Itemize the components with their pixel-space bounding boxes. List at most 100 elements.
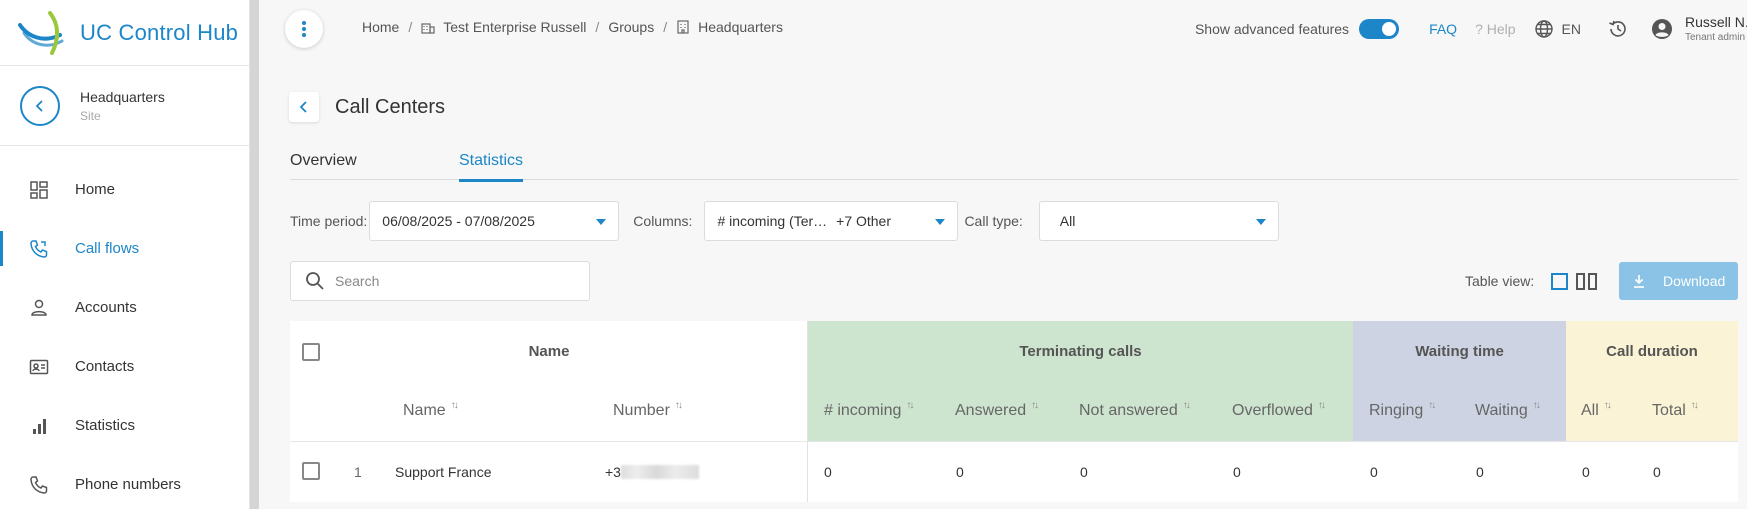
- chevron-left-icon: [299, 101, 307, 113]
- tab-overview[interactable]: Overview: [290, 152, 357, 179]
- sidebar-item-statistics[interactable]: Statistics: [0, 396, 249, 455]
- search-input[interactable]: [335, 273, 575, 289]
- brand-name: UC Control Hub: [80, 19, 239, 45]
- column-header-name[interactable]: Name ↑↓: [403, 400, 459, 420]
- tab-statistics[interactable]: Statistics: [459, 152, 524, 182]
- group-title: Name: [528, 343, 570, 360]
- sidebar-item-label: Home: [75, 181, 116, 198]
- call-type-select[interactable]: All: [1038, 201, 1279, 241]
- sort-icon: ↑↓: [1532, 400, 1541, 411]
- search-box: [290, 261, 590, 301]
- table-row[interactable]: 1 Support France +3 0 0 0 0 0 0 0 0: [290, 441, 1738, 502]
- sidebar-item-label: Accounts: [75, 299, 137, 316]
- row-waiting: 0: [1476, 464, 1484, 480]
- sidebar-item-label: Statistics: [75, 417, 136, 434]
- time-period-select[interactable]: 06/08/2025 - 07/08/2025: [369, 201, 620, 241]
- top-header: Home / Test Enterprise Russell / Groups …: [259, 0, 1747, 58]
- site-selector: Headquarters Site: [0, 66, 249, 146]
- column-header-total[interactable]: Total ↑↓: [1652, 400, 1699, 420]
- site-back-button[interactable]: [20, 85, 60, 126]
- caret-down-icon: [596, 219, 607, 225]
- breadcrumb-separator: /: [595, 19, 600, 35]
- advanced-features-toggle[interactable]: [1359, 19, 1400, 39]
- breadcrumb-current: Headquarters: [698, 19, 783, 35]
- user-info[interactable]: Russell N. Tenant admin: [1685, 15, 1747, 44]
- sidebar: UC Control Hub Headquarters Site Home Ca…: [0, 0, 250, 509]
- sort-icon: ↑↓: [1317, 400, 1326, 411]
- sort-icon: ↑↓: [1428, 400, 1436, 411]
- group-waiting-time: Waiting time: [1353, 321, 1566, 441]
- sort-icon: ↑↓: [674, 400, 683, 411]
- column-header-overflowed[interactable]: Overflowed ↑↓: [1232, 400, 1326, 420]
- group-title: Call duration: [1606, 343, 1698, 360]
- column-header-all[interactable]: All ↑↓: [1581, 400, 1612, 420]
- menu-button[interactable]: [285, 10, 323, 48]
- row-not-answered: 0: [1080, 464, 1088, 480]
- split-table-view-icon[interactable]: [1576, 273, 1597, 290]
- column-header-number[interactable]: Number ↑↓: [613, 400, 683, 420]
- sidebar-item-home[interactable]: Home: [0, 160, 249, 219]
- back-button[interactable]: [289, 92, 319, 122]
- column-header-answered[interactable]: Answered ↑↓: [955, 400, 1039, 420]
- user-role: Tenant admin: [1685, 31, 1746, 43]
- columns-value: # incoming (Ter…: [717, 213, 828, 229]
- history-icon[interactable]: [1607, 18, 1629, 40]
- page-title-row: Call Centers: [289, 92, 445, 122]
- faq-link[interactable]: FAQ: [1429, 21, 1457, 37]
- sidebar-item-accounts[interactable]: Accounts: [0, 278, 249, 337]
- columns-more: +7 Other: [836, 213, 892, 229]
- sidebar-resize-handle[interactable]: [250, 0, 259, 509]
- caret-down-icon: [935, 219, 946, 225]
- single-table-view-icon[interactable]: [1551, 273, 1568, 290]
- bar-chart-icon: [33, 418, 46, 434]
- breadcrumb-separator: /: [663, 19, 668, 35]
- filters-bar: Time period: 06/08/2025 - 07/08/2025 Col…: [290, 201, 1279, 241]
- chevron-left-icon: [35, 99, 43, 112]
- sort-icon: ↑↓: [1690, 400, 1699, 411]
- row-checkbox[interactable]: [302, 462, 320, 480]
- sort-icon: ↑↓: [1603, 400, 1612, 411]
- account-circle-icon[interactable]: [1651, 18, 1673, 40]
- column-header-ringing[interactable]: Ringing ↑↓: [1369, 400, 1436, 420]
- help-link[interactable]: ? Help: [1475, 21, 1515, 37]
- call-type-label: Call type:: [964, 213, 1023, 229]
- download-label: Download: [1663, 273, 1726, 289]
- row-name: Support France: [395, 464, 492, 480]
- globe-icon: [1534, 20, 1553, 38]
- contact-card-icon: [29, 359, 49, 374]
- row-ringing: 0: [1370, 464, 1378, 480]
- sidebar-item-label: Contacts: [75, 358, 135, 375]
- row-total: 0: [1653, 464, 1661, 480]
- tab-bar: Overview Statistics: [290, 148, 1738, 182]
- breadcrumb-home[interactable]: Home: [362, 19, 399, 35]
- brand-header: UC Control Hub: [0, 0, 249, 66]
- phone-icon: [30, 475, 48, 494]
- sidebar-item-contacts[interactable]: Contacts: [0, 337, 249, 396]
- time-period-label: Time period:: [290, 213, 368, 229]
- sidebar-item-phone-numbers[interactable]: Phone numbers: [0, 455, 249, 509]
- group-terminating-calls: Terminating calls: [808, 321, 1353, 441]
- column-header-waiting[interactable]: Waiting ↑↓: [1475, 400, 1541, 420]
- site-name: Headquarters: [80, 88, 165, 105]
- columns-select[interactable]: # incoming (Ter… +7 Other: [704, 201, 959, 241]
- breadcrumb-enterprise[interactable]: Test Enterprise Russell: [443, 19, 586, 35]
- call-flow-icon: [30, 239, 48, 258]
- sidebar-item-label: Phone numbers: [75, 476, 181, 493]
- breadcrumb-separator: /: [408, 19, 413, 35]
- header-actions: Show advanced features FAQ ? Help EN Rus…: [1195, 0, 1747, 58]
- breadcrumb: Home / Test Enterprise Russell / Groups …: [362, 19, 783, 35]
- column-header-not-answered[interactable]: Not answered ↑↓: [1079, 400, 1191, 420]
- breadcrumb-groups[interactable]: Groups: [608, 19, 654, 35]
- user-name: Russell N.: [1685, 13, 1747, 30]
- select-all-checkbox[interactable]: [302, 343, 320, 361]
- sort-icon: ↑↓: [1031, 400, 1039, 411]
- row-index: 1: [354, 464, 362, 480]
- dashboard-icon: [30, 180, 48, 199]
- download-button[interactable]: Download: [1619, 262, 1738, 300]
- column-header-incoming[interactable]: # incoming ↑↓: [824, 400, 914, 420]
- table-view-label: Table view:: [1465, 273, 1535, 289]
- sort-icon: ↑↓: [450, 400, 459, 411]
- language-selector[interactable]: EN: [1534, 19, 1581, 39]
- more-vertical-icon: [302, 21, 306, 37]
- sidebar-item-call-flows[interactable]: Call flows: [0, 219, 249, 278]
